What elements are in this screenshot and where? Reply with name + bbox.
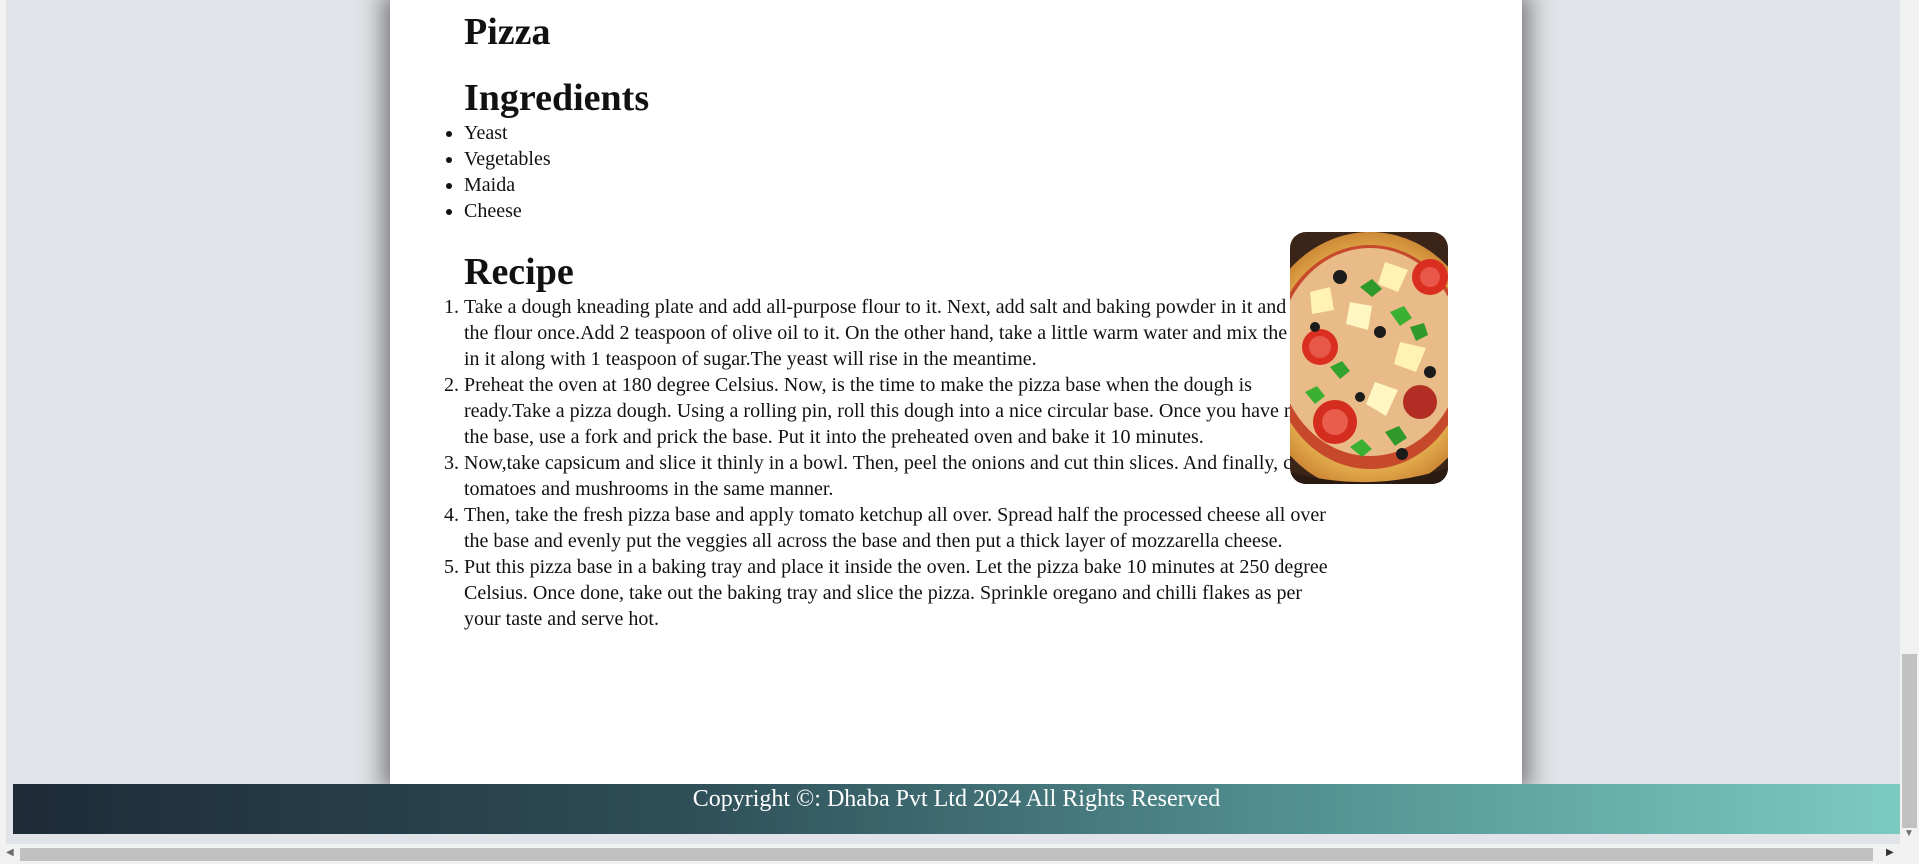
dish-title: Pizza [464, 11, 551, 53]
recipe-steps-list: Take a dough kneading plate and add all-… [464, 294, 1334, 632]
recipe-step: Preheat the oven at 180 degree Celsius. … [464, 372, 1334, 450]
copyright-text: Copyright ©: Dhaba Pvt Ltd 2024 All Righ… [692, 786, 1221, 812]
pizza-image [1290, 232, 1448, 484]
ingredients-list: Yeast Vegetables Maida Cheese [464, 120, 1334, 224]
horizontal-scrollbar[interactable]: ◀ ▶ [0, 844, 1919, 864]
ingredient-item: Yeast [464, 120, 1334, 146]
scroll-right-arrow-icon[interactable]: ▶ [1886, 847, 1894, 858]
left-edge [0, 0, 6, 844]
ingredients-heading: Ingredients [464, 77, 650, 119]
recipe-card: Pizza Ingredients Yeast Vegetables Maida… [390, 0, 1522, 784]
recipe-step: Then, take the fresh pizza base and appl… [464, 502, 1334, 554]
recipe-step: Take a dough kneading plate and add all-… [464, 294, 1334, 372]
vertical-scroll-thumb[interactable] [1902, 654, 1917, 828]
recipe-step: Put this pizza base in a baking tray and… [464, 554, 1334, 632]
ingredient-item: Vegetables [464, 146, 1334, 172]
horizontal-scroll-thumb[interactable] [20, 848, 1873, 861]
recipe-heading: Recipe [464, 251, 574, 293]
site-footer: Copyright ©: Dhaba Pvt Ltd 2024 All Righ… [13, 784, 1900, 834]
scroll-left-arrow-icon[interactable]: ◀ [6, 847, 14, 858]
recipe-content: Pizza Ingredients Yeast Vegetables Maida… [464, 0, 1334, 632]
vertical-scrollbar[interactable]: ▼ [1900, 0, 1919, 844]
ingredient-item: Maida [464, 172, 1334, 198]
recipe-step: Now,take capsicum and slice it thinly in… [464, 450, 1334, 502]
scroll-down-arrow-icon[interactable]: ▼ [1904, 828, 1914, 839]
ingredient-item: Cheese [464, 198, 1334, 224]
viewport: Pizza Ingredients Yeast Vegetables Maida… [0, 0, 1900, 844]
